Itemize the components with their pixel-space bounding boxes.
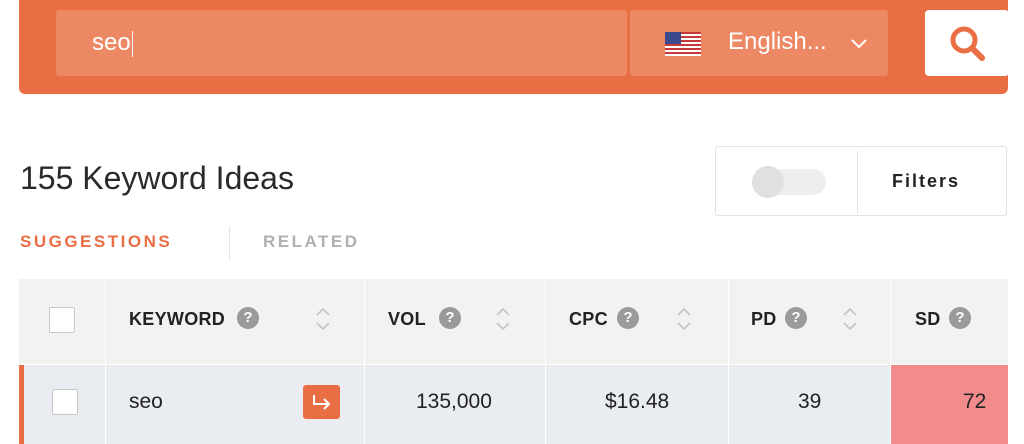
filter-toggle[interactable] bbox=[752, 166, 826, 198]
column-divider bbox=[364, 279, 365, 444]
keyword-link-button[interactable] bbox=[303, 385, 340, 419]
column-header-pd[interactable]: PD bbox=[751, 309, 777, 330]
results-title: 155 Keyword Ideas bbox=[20, 160, 294, 196]
tab-divider bbox=[229, 226, 230, 260]
chevron-down-icon bbox=[851, 39, 867, 49]
help-icon[interactable]: ? bbox=[949, 307, 971, 329]
text-cursor bbox=[131, 30, 133, 57]
sort-icon[interactable] bbox=[495, 306, 511, 332]
tab-suggestions[interactable]: SUGGESTIONS bbox=[20, 232, 172, 252]
search-input-value: seo bbox=[92, 29, 131, 56]
cpc-cell: $16.48 bbox=[605, 390, 670, 413]
filters-button[interactable]: Filters bbox=[892, 171, 960, 192]
keyword-table: KEYWORD ? VOL ? CPC ? PD ? SD ? seo 135,… bbox=[19, 279, 1008, 444]
keyword-cell[interactable]: seo bbox=[129, 390, 163, 414]
sd-cell-highlight bbox=[891, 365, 1008, 444]
column-header-cpc[interactable]: CPC bbox=[569, 309, 608, 330]
column-divider bbox=[728, 279, 729, 444]
column-divider bbox=[105, 279, 106, 444]
toggle-knob bbox=[752, 166, 784, 198]
search-icon bbox=[950, 26, 985, 61]
help-icon[interactable]: ? bbox=[785, 307, 807, 329]
filters-divider bbox=[857, 151, 858, 213]
help-icon[interactable]: ? bbox=[237, 307, 259, 329]
search-button[interactable] bbox=[925, 10, 1009, 76]
search-input[interactable]: seo bbox=[56, 10, 627, 76]
column-header-sd[interactable]: SD bbox=[915, 309, 941, 330]
filters-panel: Filters bbox=[715, 146, 1007, 216]
select-all-checkbox[interactable] bbox=[49, 307, 75, 333]
column-header-vol[interactable]: VOL bbox=[388, 309, 426, 330]
language-select[interactable]: English... bbox=[630, 10, 888, 76]
help-icon[interactable]: ? bbox=[617, 307, 639, 329]
table-row[interactable] bbox=[19, 365, 1008, 444]
sort-icon[interactable] bbox=[842, 306, 858, 332]
sort-icon[interactable] bbox=[315, 306, 331, 332]
sort-icon[interactable] bbox=[676, 306, 692, 332]
help-icon[interactable]: ? bbox=[439, 307, 461, 329]
arrow-turn-right-icon bbox=[312, 395, 330, 410]
row-checkbox[interactable] bbox=[52, 389, 78, 415]
column-divider bbox=[890, 279, 891, 444]
search-bar: seo English... bbox=[19, 0, 1009, 94]
language-label: English... bbox=[728, 28, 827, 55]
tab-related[interactable]: RELATED bbox=[263, 232, 360, 252]
column-header-keyword[interactable]: KEYWORD bbox=[129, 309, 225, 330]
row-accent-bar bbox=[19, 365, 24, 444]
us-flag-icon bbox=[665, 32, 701, 56]
vol-cell: 135,000 bbox=[416, 390, 492, 413]
sd-cell: 72 bbox=[963, 390, 987, 413]
pd-cell: 39 bbox=[798, 390, 822, 413]
column-divider bbox=[545, 279, 546, 444]
